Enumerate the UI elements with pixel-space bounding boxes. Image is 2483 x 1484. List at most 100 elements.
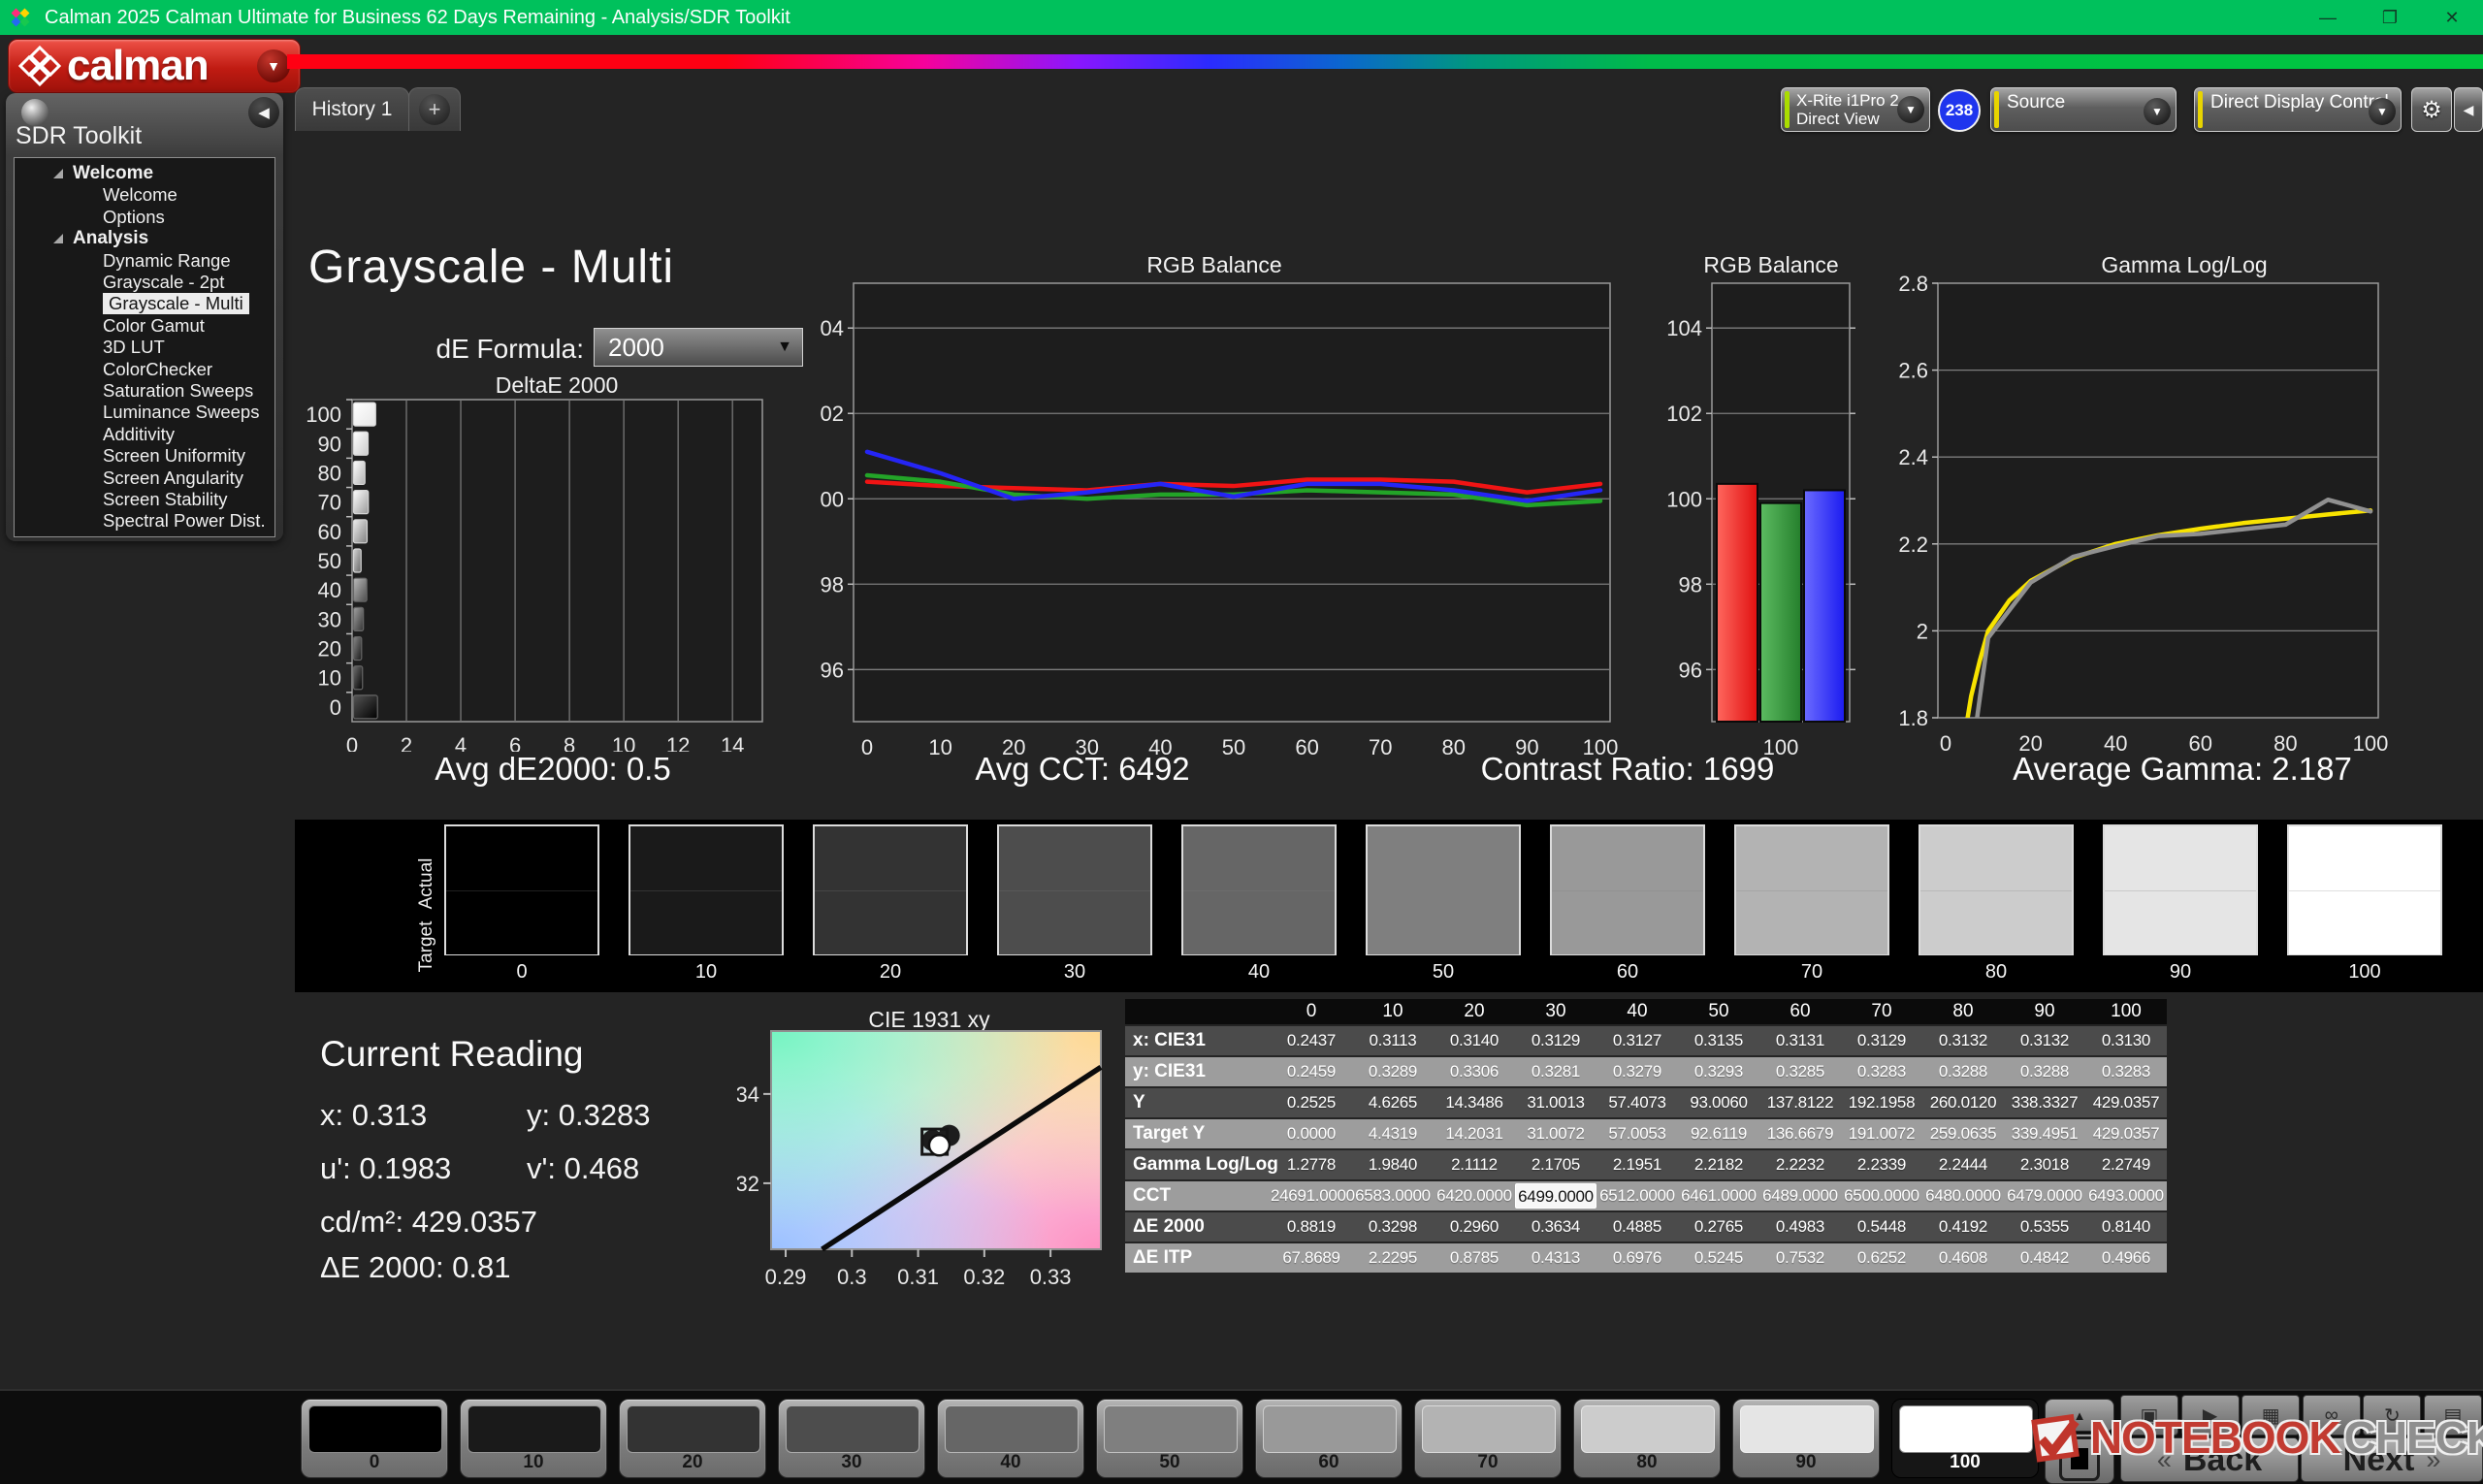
table-cell[interactable]: 0.3281	[1515, 1062, 1596, 1081]
table-cell[interactable]: 0.6252	[1841, 1248, 1922, 1268]
table-cell[interactable]: 0.3279	[1596, 1062, 1678, 1081]
table-cell[interactable]: 0.3285	[1759, 1062, 1841, 1081]
table-cell[interactable]: 0.8819	[1271, 1217, 1352, 1237]
table-cell[interactable]: 191.0072	[1841, 1124, 1922, 1144]
back-button[interactable]: « Back	[2120, 1437, 2299, 1482]
sidebar-item-saturation-sweeps[interactable]: Saturation Sweeps	[103, 380, 253, 402]
table-cell[interactable]: 429.0357	[2085, 1124, 2167, 1144]
sidebar-item-screen-angularity[interactable]: Screen Angularity	[103, 468, 243, 489]
meter-dropdown[interactable]: X-Rite i1Pro 2 Direct View ▼	[1781, 87, 1930, 132]
table-cell[interactable]: 0.0000	[1271, 1124, 1352, 1144]
table-cell[interactable]: 67.8689	[1271, 1248, 1352, 1268]
table-cell[interactable]: 429.0357	[2085, 1093, 2167, 1113]
table-cell[interactable]: 0.3132	[2004, 1031, 2085, 1050]
table-cell[interactable]: 0.4608	[1922, 1248, 2004, 1268]
sidebar-item-grayscale-multi[interactable]: Grayscale - Multi	[103, 293, 249, 314]
table-cell[interactable]: 1.2778	[1271, 1155, 1352, 1175]
table-cell[interactable]: 2.3018	[2004, 1155, 2085, 1175]
table-cell[interactable]: 136.6679	[1759, 1124, 1841, 1144]
table-cell[interactable]: 0.2765	[1678, 1217, 1759, 1237]
table-cell[interactable]: 0.3129	[1515, 1031, 1596, 1050]
table-cell[interactable]: 14.2031	[1434, 1124, 1515, 1144]
table-cell[interactable]: 24691.0000	[1271, 1186, 1352, 1206]
pattern-button-20[interactable]: 20	[619, 1399, 766, 1478]
table-cell[interactable]: 0.6976	[1596, 1248, 1678, 1268]
table-cell[interactable]: 0.5245	[1678, 1248, 1759, 1268]
table-cell[interactable]: 6489.0000	[1759, 1186, 1841, 1206]
table-cell[interactable]: 6461.0000	[1678, 1186, 1759, 1206]
sidebar-item-grayscale-2pt[interactable]: Grayscale - 2pt	[103, 272, 224, 293]
sidebar-item-screen-stability[interactable]: Screen Stability	[103, 489, 228, 510]
tree-expander-icon[interactable]	[53, 234, 63, 243]
table-cell[interactable]: 6479.0000	[2004, 1186, 2085, 1206]
table-cell[interactable]: 0.3306	[1434, 1062, 1515, 1081]
table-cell[interactable]: 57.4073	[1596, 1093, 1678, 1113]
table-cell[interactable]: 2.2295	[1352, 1248, 1434, 1268]
pattern-button-0[interactable]: 0	[301, 1399, 448, 1478]
sidebar-item-screen-uniformity[interactable]: Screen Uniformity	[103, 445, 245, 467]
display-control-dropdown[interactable]: Direct Display Control ▼	[2194, 87, 2402, 132]
table-cell[interactable]: 0.3288	[1922, 1062, 2004, 1081]
refresh-icon[interactable]: ↻	[2363, 1395, 2421, 1436]
table-cell[interactable]: 0.4983	[1759, 1217, 1841, 1237]
calman-dropdown-arrow-icon[interactable]: ▼	[257, 49, 290, 82]
table-cell[interactable]: 0.3113	[1352, 1031, 1434, 1050]
table-cell[interactable]: 0.3132	[1922, 1031, 2004, 1050]
minimize-icon[interactable]: —	[2297, 0, 2359, 35]
table-cell[interactable]: 0.3130	[2085, 1031, 2167, 1050]
sidebar-collapse-icon[interactable]: ◀	[248, 97, 279, 128]
table-cell[interactable]: 2.2182	[1678, 1155, 1759, 1175]
sidebar-item-spectral-power-dist[interactable]: Spectral Power Dist.	[103, 510, 266, 532]
table-cell[interactable]: 0.8140	[2085, 1217, 2167, 1237]
pattern-window-button[interactable]	[2045, 1434, 2114, 1484]
table-cell[interactable]: 0.3140	[1434, 1031, 1515, 1050]
play-icon[interactable]: ▶	[2181, 1395, 2240, 1436]
table-cell[interactable]: 0.4885	[1596, 1217, 1678, 1237]
table-cell[interactable]: 0.4966	[2085, 1248, 2167, 1268]
table-cell[interactable]: 0.3634	[1515, 1217, 1596, 1237]
table-cell[interactable]: 0.3129	[1841, 1031, 1922, 1050]
sidebar-item-welcome[interactable]: Welcome	[103, 184, 177, 206]
table-cell[interactable]: 0.3283	[2085, 1062, 2167, 1081]
sidebar-item-color-gamut[interactable]: Color Gamut	[103, 315, 205, 337]
table-cell[interactable]: 4.4319	[1352, 1124, 1434, 1144]
sidebar-item-luminance-sweeps[interactable]: Luminance Sweeps	[103, 402, 259, 423]
table-cell[interactable]: 6493.0000	[2085, 1186, 2167, 1206]
table-cell[interactable]: 339.4951	[2004, 1124, 2085, 1144]
table-cell[interactable]: 1.9840	[1352, 1155, 1434, 1175]
sidebar-item-3d-lut[interactable]: 3D LUT	[103, 337, 165, 358]
sidebar-item-welcome-group[interactable]: Welcome	[73, 163, 153, 184]
table-cell[interactable]: 0.2525	[1271, 1093, 1352, 1113]
table-cell[interactable]: 0.3283	[1841, 1062, 1922, 1081]
table-cell[interactable]: 0.5355	[2004, 1217, 2085, 1237]
close-icon[interactable]: ✕	[2421, 0, 2483, 35]
table-cell[interactable]: 0.3289	[1352, 1062, 1434, 1081]
table-cell[interactable]: 6500.0000	[1841, 1186, 1922, 1206]
table-cell[interactable]: 6420.0000	[1434, 1186, 1515, 1206]
loop-icon[interactable]: ∞	[2303, 1395, 2361, 1436]
maximize-icon[interactable]: ❐	[2359, 0, 2421, 35]
sidebar-item-additivity[interactable]: Additivity	[103, 424, 175, 445]
table-cell[interactable]: 2.1112	[1434, 1155, 1515, 1175]
table-cell[interactable]: 2.2339	[1841, 1155, 1922, 1175]
table-cell[interactable]: 31.0072	[1515, 1124, 1596, 1144]
table-cell[interactable]: 6583.0000	[1352, 1186, 1434, 1206]
table-cell[interactable]: 0.4842	[2004, 1248, 2085, 1268]
table-cell[interactable]: 0.2459	[1271, 1062, 1352, 1081]
table-cell[interactable]: 31.0013	[1515, 1093, 1596, 1113]
sidebar-item-options[interactable]: Options	[103, 207, 165, 228]
table-cell[interactable]: 137.8122	[1759, 1093, 1841, 1113]
table-cell[interactable]: 0.7532	[1759, 1248, 1841, 1268]
tab-history-1[interactable]: History 1	[295, 87, 409, 131]
next-button[interactable]: Next »	[2301, 1437, 2483, 1482]
pattern-up-arrow-icon[interactable]: ▲	[2045, 1399, 2114, 1432]
chevron-down-icon[interactable]: ▼	[2369, 98, 2396, 125]
table-cell[interactable]: 93.0060	[1678, 1093, 1759, 1113]
table-cell[interactable]: 2.1951	[1596, 1155, 1678, 1175]
table-cell[interactable]: 0.3298	[1352, 1217, 1434, 1237]
layers-icon[interactable]: ▤	[2424, 1395, 2482, 1436]
pattern-button-50[interactable]: 50	[1096, 1399, 1243, 1478]
gear-icon[interactable]: ⚙	[2411, 87, 2452, 132]
pattern-button-100[interactable]: 100	[1891, 1399, 2039, 1478]
table-cell[interactable]: 0.4192	[1922, 1217, 2004, 1237]
